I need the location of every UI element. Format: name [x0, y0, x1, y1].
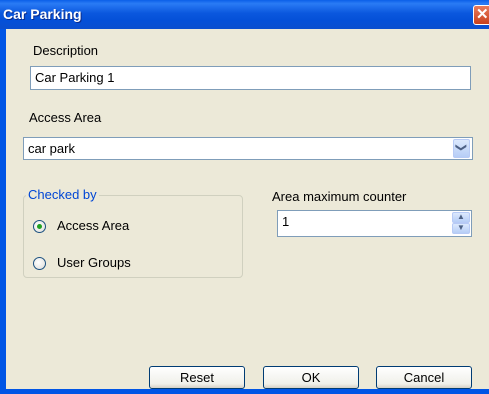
spin-down-button[interactable]: ▼ [452, 223, 470, 234]
area-max-counter-input[interactable]: 1 [277, 210, 472, 237]
area-max-counter-spinner[interactable]: ▲ ▼ [452, 212, 470, 235]
area-max-counter-label: Area maximum counter [272, 189, 407, 204]
ok-button[interactable]: OK [263, 366, 359, 389]
cancel-button[interactable]: Cancel [376, 366, 472, 389]
close-button[interactable]: ✕ [473, 5, 489, 25]
spin-up-button[interactable]: ▲ [452, 212, 470, 223]
description-label: Description [33, 43, 99, 58]
close-icon: ✕ [476, 6, 489, 23]
access-area-label: Access Area [29, 110, 102, 125]
window-title: Car Parking [3, 6, 82, 22]
caret-up-icon: ▲ [457, 212, 465, 221]
title-bar[interactable]: Car Parking ✕ [0, 0, 489, 29]
caret-down-icon: ▼ [457, 223, 465, 232]
window-border-bottom [0, 389, 489, 394]
description-input[interactable]: Car Parking 1 [30, 66, 471, 90]
radio-selected-dot [37, 224, 42, 229]
radio-access-area[interactable] [33, 220, 46, 233]
chevron-down-icon: ❯ [455, 142, 468, 153]
radio-user-groups[interactable] [33, 257, 46, 270]
radio-user-groups-label[interactable]: User Groups [57, 255, 131, 270]
reset-button[interactable]: Reset [149, 366, 245, 389]
access-area-dropdown-button[interactable]: ❯ [453, 139, 470, 158]
checked-by-group [23, 195, 243, 278]
checked-by-legend: Checked by [26, 187, 99, 202]
radio-access-area-label[interactable]: Access Area [57, 218, 129, 233]
access-area-value: car park [28, 141, 75, 156]
access-area-select[interactable]: car park [23, 137, 473, 160]
